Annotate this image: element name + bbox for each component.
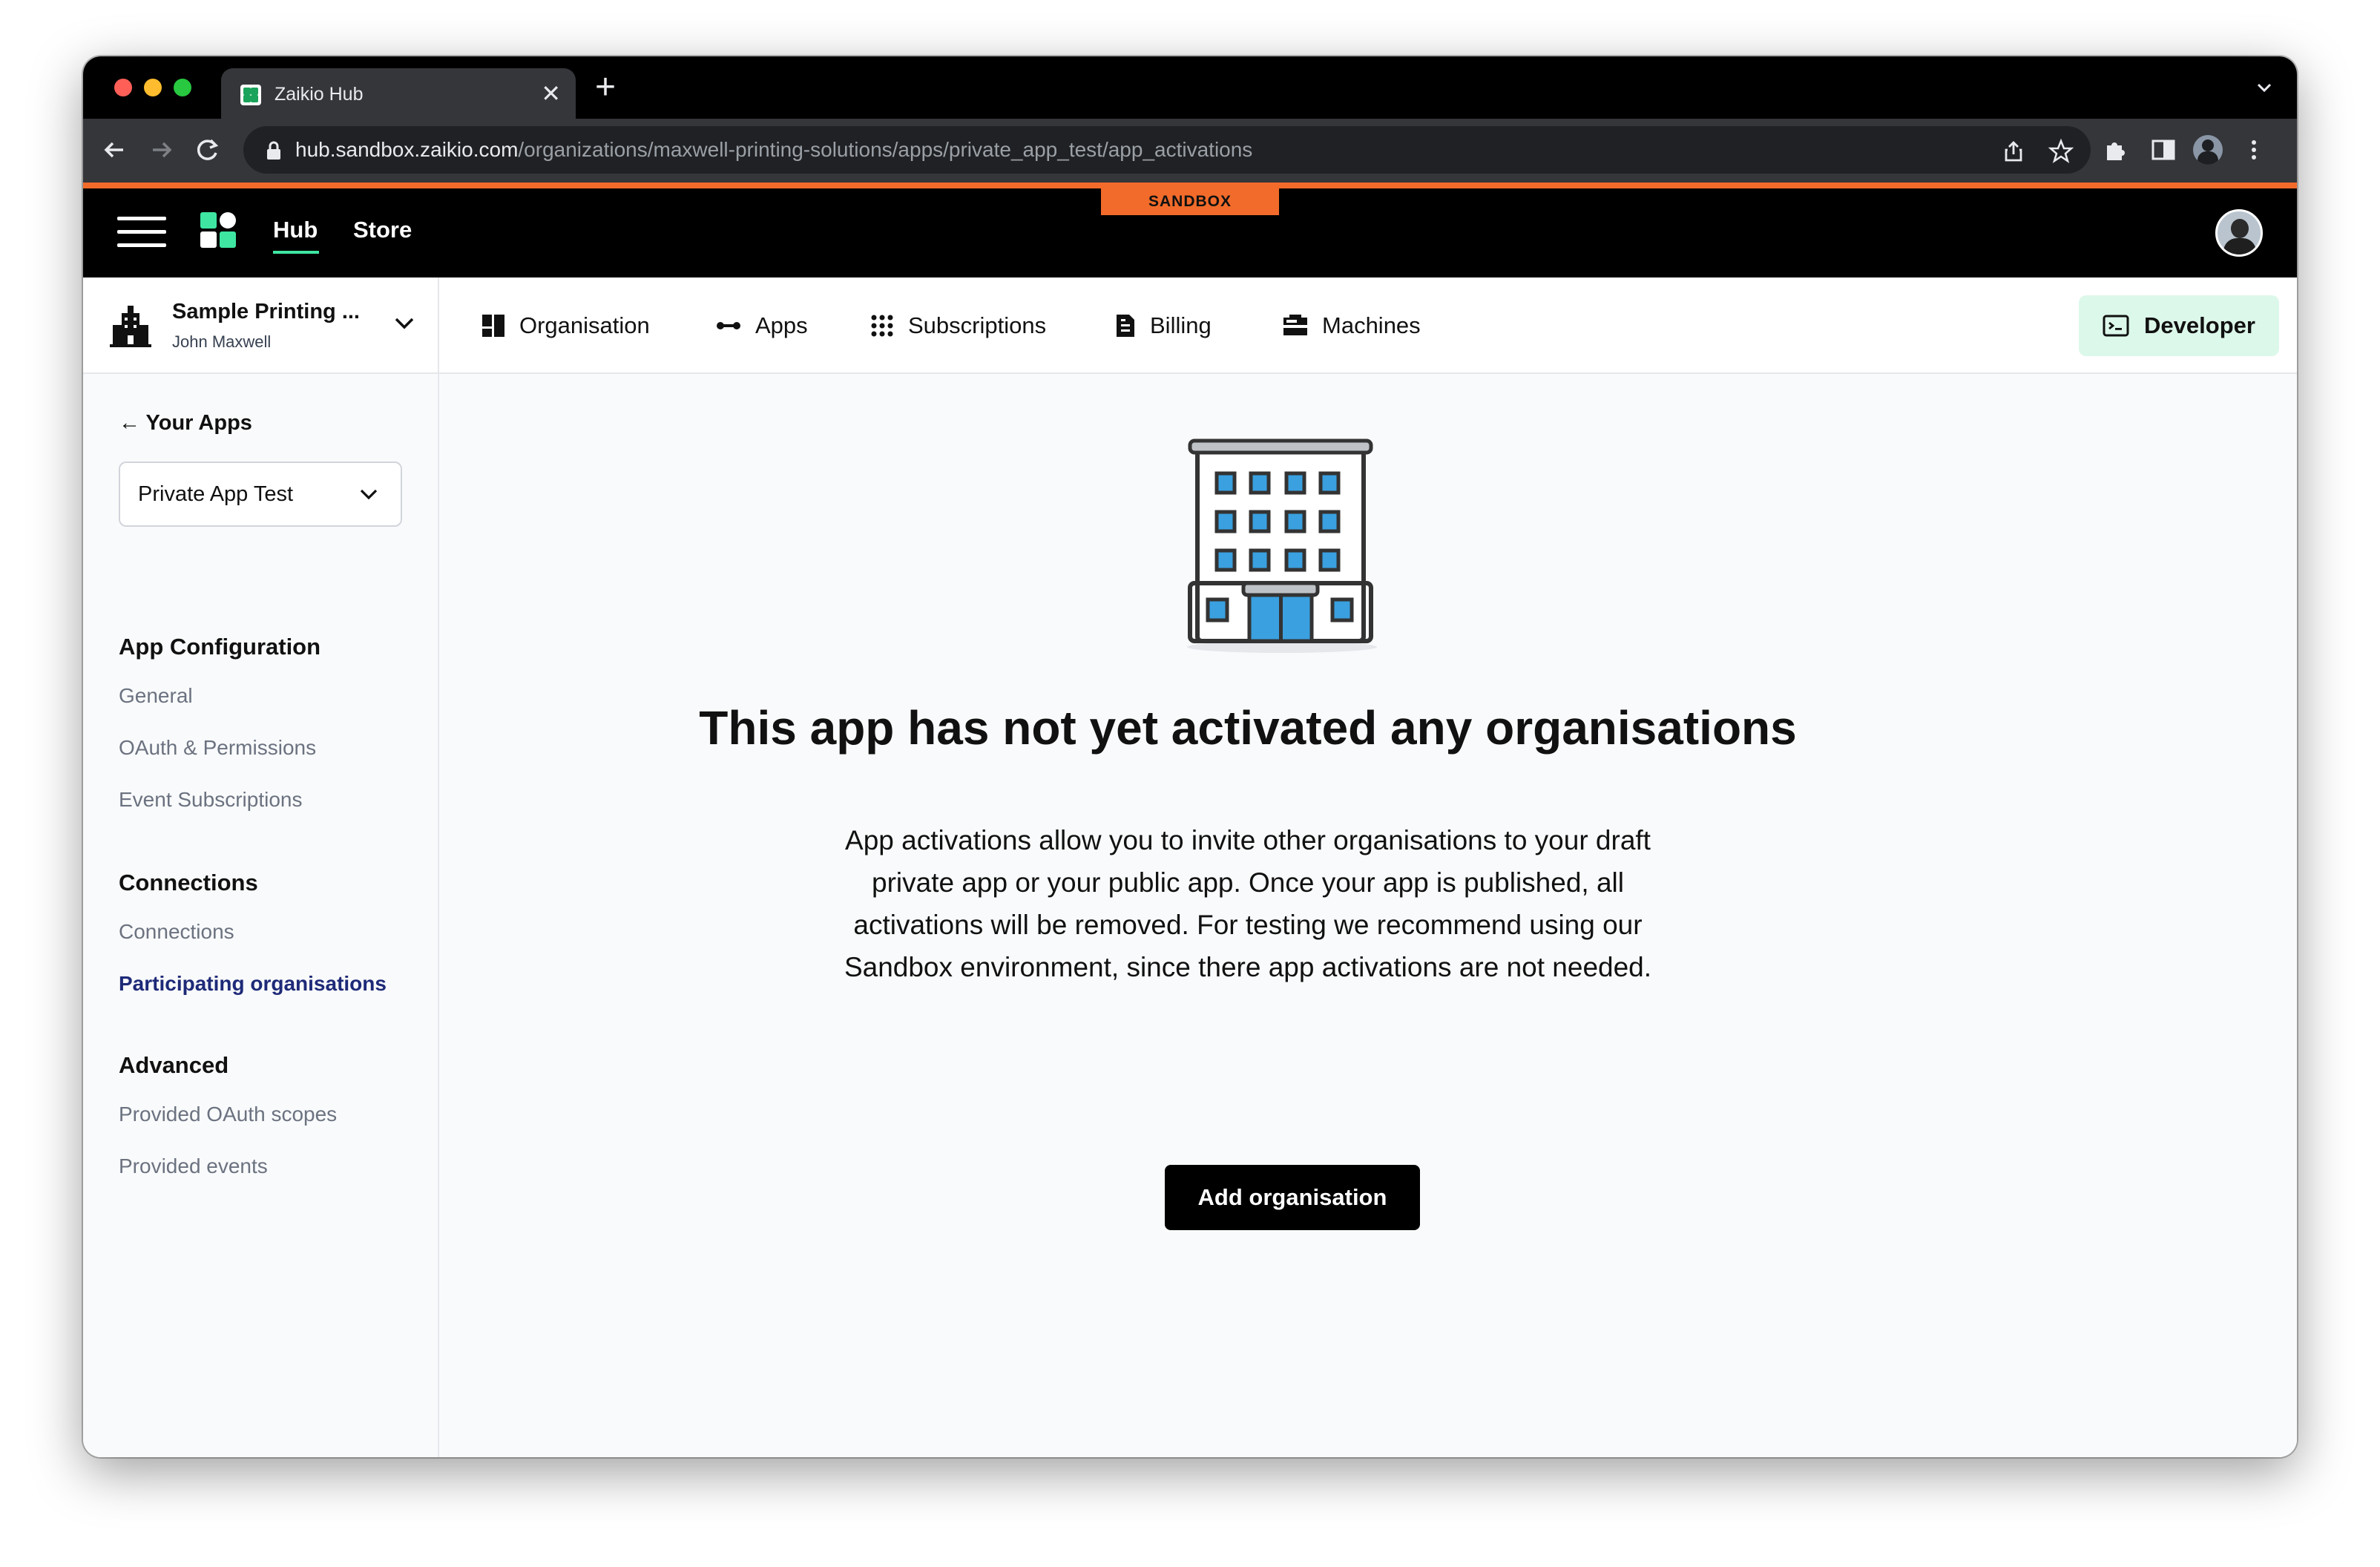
building-illustration-icon — [1187, 438, 1377, 653]
developer-button[interactable]: Developer — [2079, 295, 2279, 356]
organisation-bar: Sample Printing ... John Maxwell Organis… — [83, 277, 2297, 374]
tab-apps[interactable]: Apps — [715, 277, 808, 374]
subscriptions-icon — [871, 315, 893, 337]
chevron-down-icon — [395, 318, 414, 329]
profile-avatar[interactable] — [2193, 135, 2223, 165]
tab-billing-label: Billing — [1150, 312, 1212, 338]
tab-organisation[interactable]: Organisation — [481, 277, 650, 374]
app-header: SANDBOX Hub Store — [83, 188, 2297, 277]
browser-tab[interactable]: Zaikio Hub ✕ — [221, 68, 576, 120]
zaikio-logo[interactable] — [199, 211, 237, 249]
organisation-switcher[interactable]: Sample Printing ... John Maxwell — [83, 277, 439, 374]
organisation-name: Sample Printing ... — [172, 300, 360, 323]
bookmark-star-icon[interactable] — [2048, 138, 2074, 165]
section-heading-connections: Connections — [119, 870, 258, 896]
forward-arrow-icon[interactable] — [145, 134, 178, 166]
sidebar-item-connections[interactable]: Connections — [119, 920, 234, 944]
share-icon[interactable] — [2000, 138, 2027, 165]
lock-icon[interactable] — [264, 139, 283, 162]
side-panel-icon[interactable] — [2149, 135, 2178, 165]
app-select-dropdown[interactable]: Private App Test — [119, 461, 402, 527]
browser-menu-icon[interactable] — [2239, 135, 2269, 165]
sidebar-item-event-subscriptions[interactable]: Event Subscriptions — [119, 788, 302, 812]
reload-icon[interactable] — [191, 134, 224, 166]
section-heading-app-configuration: App Configuration — [119, 634, 321, 660]
sandbox-accent-line — [83, 183, 2297, 188]
tab-machines-label: Machines — [1322, 312, 1421, 338]
app-select-value: Private App Test — [138, 482, 294, 506]
user-avatar[interactable] — [2215, 209, 2263, 257]
tab-title: Zaikio Hub — [275, 84, 364, 105]
sidebar-item-provided-oauth-scopes[interactable]: Provided OAuth scopes — [119, 1103, 337, 1126]
tab-subscriptions[interactable]: Subscriptions — [870, 277, 1046, 374]
tab-apps-label: Apps — [755, 312, 808, 338]
tab-search-chevron-icon[interactable] — [2252, 76, 2276, 99]
empty-state-description: App activations allow you to invite othe… — [844, 825, 1652, 982]
section-heading-advanced: Advanced — [119, 1052, 229, 1078]
tab-organisation-label: Organisation — [519, 312, 650, 338]
current-user-name: John Maxwell — [172, 332, 272, 351]
machines-icon — [1283, 315, 1307, 335]
organisation-icon — [482, 315, 504, 337]
back-arrow-icon[interactable] — [98, 134, 131, 166]
sidebar-item-oauth-permissions[interactable]: OAuth & Permissions — [119, 736, 316, 760]
sidebar-item-participating-organisations[interactable]: Participating organisations — [119, 972, 387, 996]
nav-hub-active-indicator — [273, 251, 319, 254]
tab-billing[interactable]: Billing — [1114, 277, 1212, 374]
empty-state-title: This app has not yet activated any organ… — [699, 701, 1797, 755]
extensions-puzzle-icon[interactable] — [2101, 135, 2131, 165]
billing-icon — [1117, 315, 1134, 337]
new-tab-button[interactable]: + — [595, 67, 616, 108]
sidebar-item-provided-events[interactable]: Provided events — [119, 1154, 268, 1178]
app-sidebar: ← Your Apps Private App Test App Configu… — [83, 374, 439, 1457]
add-organisation-button[interactable]: Add organisation — [1165, 1165, 1420, 1230]
minimize-window-button[interactable] — [144, 79, 162, 96]
tab-close-icon[interactable]: ✕ — [541, 79, 561, 108]
developer-button-label: Developer — [2144, 312, 2255, 338]
sidebar-item-general[interactable]: General — [119, 684, 193, 708]
browser-toolbar: hub.sandbox.zaikio.com/organizations/max… — [83, 119, 2297, 183]
browser-window: Zaikio Hub ✕ + hub.sandbox.zaikio.com/or… — [83, 56, 2297, 1457]
apps-icon — [717, 322, 740, 329]
main-content: This app has not yet activated any organ… — [441, 374, 2297, 1457]
nav-store[interactable]: Store — [353, 217, 412, 243]
url-text[interactable]: hub.sandbox.zaikio.com/organizations/max… — [295, 138, 1252, 162]
chevron-down-icon — [360, 489, 378, 500]
zaikio-favicon-icon — [240, 85, 261, 105]
nav-hub[interactable]: Hub — [273, 217, 318, 243]
address-bar[interactable]: hub.sandbox.zaikio.com/organizations/max… — [243, 126, 2091, 174]
maximize-window-button[interactable] — [174, 79, 191, 96]
tab-machines[interactable]: Machines — [1282, 277, 1421, 374]
back-to-your-apps-link[interactable]: ← Your Apps — [119, 411, 252, 436]
tab-subscriptions-label: Subscriptions — [908, 312, 1047, 338]
tab-strip: Zaikio Hub ✕ + — [83, 56, 2297, 120]
organisation-building-icon — [110, 306, 151, 347]
hamburger-menu-icon[interactable] — [117, 214, 166, 249]
close-window-button[interactable] — [114, 79, 132, 96]
sandbox-badge: SANDBOX — [1101, 188, 1279, 215]
terminal-icon — [2103, 315, 2129, 337]
